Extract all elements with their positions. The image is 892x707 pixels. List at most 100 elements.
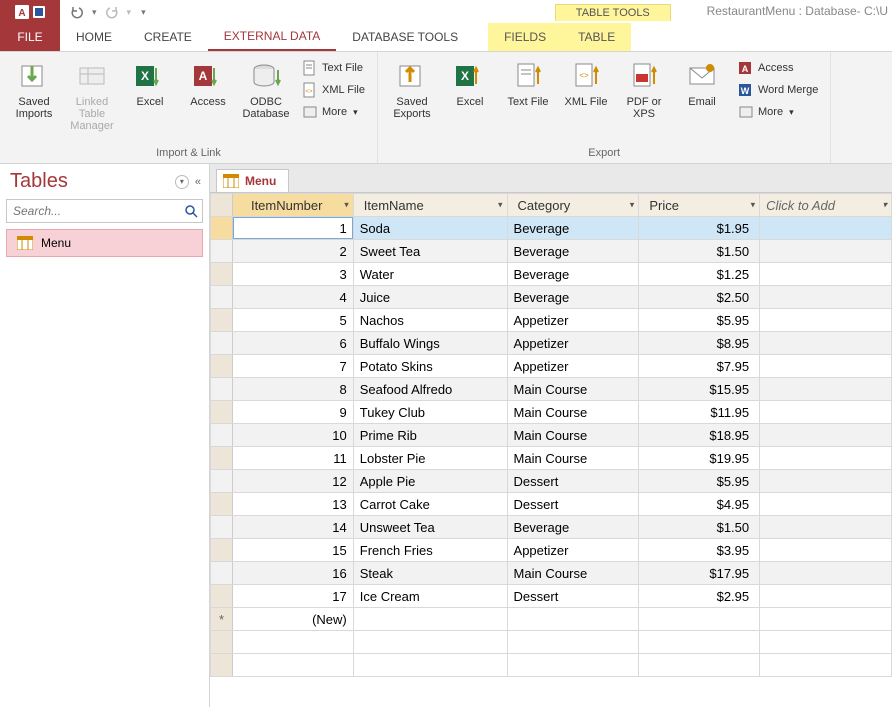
saved-imports-button[interactable]: Saved Imports [6, 56, 62, 124]
cell-category[interactable] [507, 608, 639, 631]
cell-itemname[interactable]: Carrot Cake [353, 493, 507, 516]
table-row[interactable]: 6Buffalo WingsAppetizer$8.95 [211, 332, 892, 355]
cell-itemnumber[interactable]: 10 [232, 424, 353, 447]
cell-itemnumber[interactable]: 12 [232, 470, 353, 493]
column-dropdown-icon[interactable]: ▾ [498, 200, 503, 211]
table-row[interactable]: 7Potato SkinsAppetizer$7.95 [211, 355, 892, 378]
cell-price[interactable]: $1.95 [639, 217, 760, 240]
cell-itemname[interactable]: Ice Cream [353, 585, 507, 608]
row-selector[interactable] [211, 217, 233, 240]
cell-itemname[interactable] [353, 608, 507, 631]
cell-price[interactable]: $2.95 [639, 585, 760, 608]
cell-price[interactable]: $17.95 [639, 562, 760, 585]
tab-database-tools[interactable]: DATABASE TOOLS [336, 23, 474, 51]
cell-itemnumber[interactable]: 13 [232, 493, 353, 516]
import-excel-button[interactable]: X Excel [122, 56, 178, 112]
tab-fields[interactable]: FIELDS [488, 23, 562, 51]
cell-itemname[interactable]: Soda [353, 217, 507, 240]
cell-category[interactable]: Beverage [507, 516, 639, 539]
cell-price[interactable]: $1.50 [639, 516, 760, 539]
cell-price[interactable]: $1.50 [639, 240, 760, 263]
row-selector[interactable] [211, 240, 233, 263]
table-row[interactable]: 14Unsweet TeaBeverage$1.50 [211, 516, 892, 539]
cell-itemname[interactable]: Lobster Pie [353, 447, 507, 470]
cell-itemnumber[interactable]: 5 [232, 309, 353, 332]
nav-search-input[interactable] [7, 201, 180, 221]
cell-empty[interactable] [760, 401, 892, 424]
row-selector[interactable] [211, 562, 233, 585]
cell-category[interactable]: Beverage [507, 263, 639, 286]
cell-itemnumber[interactable]: 1 [232, 217, 353, 240]
cell-price[interactable]: $4.95 [639, 493, 760, 516]
nav-collapse-icon[interactable]: « [195, 176, 201, 188]
cell-category[interactable]: Dessert [507, 470, 639, 493]
cell-empty[interactable] [760, 539, 892, 562]
table-row[interactable]: 13Carrot CakeDessert$4.95 [211, 493, 892, 516]
datasheet-table[interactable]: ItemNumber▾ItemName▾Category▾Price▾Click… [210, 193, 892, 677]
export-pdf-xps-button[interactable]: PDF or XPS [616, 56, 672, 124]
cell-empty[interactable] [760, 608, 892, 631]
cell-itemname[interactable]: Buffalo Wings [353, 332, 507, 355]
redo-icon[interactable] [103, 3, 121, 21]
cell-empty[interactable] [760, 355, 892, 378]
import-odbc-button[interactable]: ODBC Database [238, 56, 294, 124]
row-selector[interactable] [211, 286, 233, 309]
table-row[interactable]: 8Seafood AlfredoMain Course$15.95 [211, 378, 892, 401]
nav-filter-icon[interactable]: ▾ [175, 175, 189, 189]
cell-price[interactable]: $7.95 [639, 355, 760, 378]
cell-empty[interactable] [760, 286, 892, 309]
cell-price[interactable]: $5.95 [639, 470, 760, 493]
cell-category[interactable]: Appetizer [507, 332, 639, 355]
row-selector[interactable] [211, 332, 233, 355]
column-header-category[interactable]: Category▾ [507, 194, 639, 217]
cell-itemname[interactable]: Tukey Club [353, 401, 507, 424]
linked-table-manager-button[interactable]: Linked Table Manager [64, 56, 120, 136]
new-row[interactable]: *(New) [211, 608, 892, 631]
export-more-button[interactable]: More▾ [734, 102, 822, 122]
table-row[interactable]: 3WaterBeverage$1.25 [211, 263, 892, 286]
cell-itemname[interactable]: Water [353, 263, 507, 286]
cell-empty[interactable] [760, 309, 892, 332]
cell-itemnumber[interactable]: 3 [232, 263, 353, 286]
cell-itemnumber[interactable]: 7 [232, 355, 353, 378]
cell-itemnumber[interactable]: 15 [232, 539, 353, 562]
export-xml-file-button[interactable]: <> XML File [558, 56, 614, 112]
row-selector[interactable] [211, 539, 233, 562]
column-header-itemname[interactable]: ItemName▾ [353, 194, 507, 217]
cell-itemname[interactable]: Sweet Tea [353, 240, 507, 263]
table-row[interactable]: 11Lobster PieMain Course$19.95 [211, 447, 892, 470]
cell-price[interactable]: $15.95 [639, 378, 760, 401]
table-row[interactable]: 10Prime RibMain Course$18.95 [211, 424, 892, 447]
row-selector[interactable] [211, 447, 233, 470]
saved-exports-button[interactable]: Saved Exports [384, 56, 440, 124]
export-access-button[interactable]: A Access [734, 58, 822, 78]
row-selector[interactable] [211, 493, 233, 516]
search-icon[interactable] [180, 200, 202, 222]
cell-itemnumber[interactable]: 8 [232, 378, 353, 401]
cell-category[interactable]: Beverage [507, 217, 639, 240]
cell-itemnumber[interactable]: 16 [232, 562, 353, 585]
save-icon[interactable] [33, 6, 45, 18]
tab-table[interactable]: TABLE [562, 23, 631, 51]
row-selector[interactable] [211, 378, 233, 401]
row-selector[interactable] [211, 401, 233, 424]
cell-category[interactable]: Main Course [507, 562, 639, 585]
column-dropdown-icon[interactable]: ▾ [344, 200, 349, 211]
table-row[interactable]: 15French FriesAppetizer$3.95 [211, 539, 892, 562]
object-tab-menu[interactable]: Menu [216, 169, 289, 192]
cell-price[interactable]: $3.95 [639, 539, 760, 562]
cell-itemnumber[interactable]: 4 [232, 286, 353, 309]
cell-empty[interactable] [760, 332, 892, 355]
cell-category[interactable]: Appetizer [507, 539, 639, 562]
cell-price[interactable]: $2.50 [639, 286, 760, 309]
cell-itemname[interactable]: Potato Skins [353, 355, 507, 378]
row-selector[interactable] [211, 516, 233, 539]
column-dropdown-icon[interactable]: ▾ [630, 200, 635, 211]
row-selector[interactable] [211, 470, 233, 493]
tab-external-data[interactable]: EXTERNAL DATA [208, 23, 336, 51]
cell-price[interactable]: $18.95 [639, 424, 760, 447]
cell-empty[interactable] [760, 470, 892, 493]
cell-empty[interactable] [760, 493, 892, 516]
cell-category[interactable]: Appetizer [507, 355, 639, 378]
cell-category[interactable]: Main Course [507, 401, 639, 424]
